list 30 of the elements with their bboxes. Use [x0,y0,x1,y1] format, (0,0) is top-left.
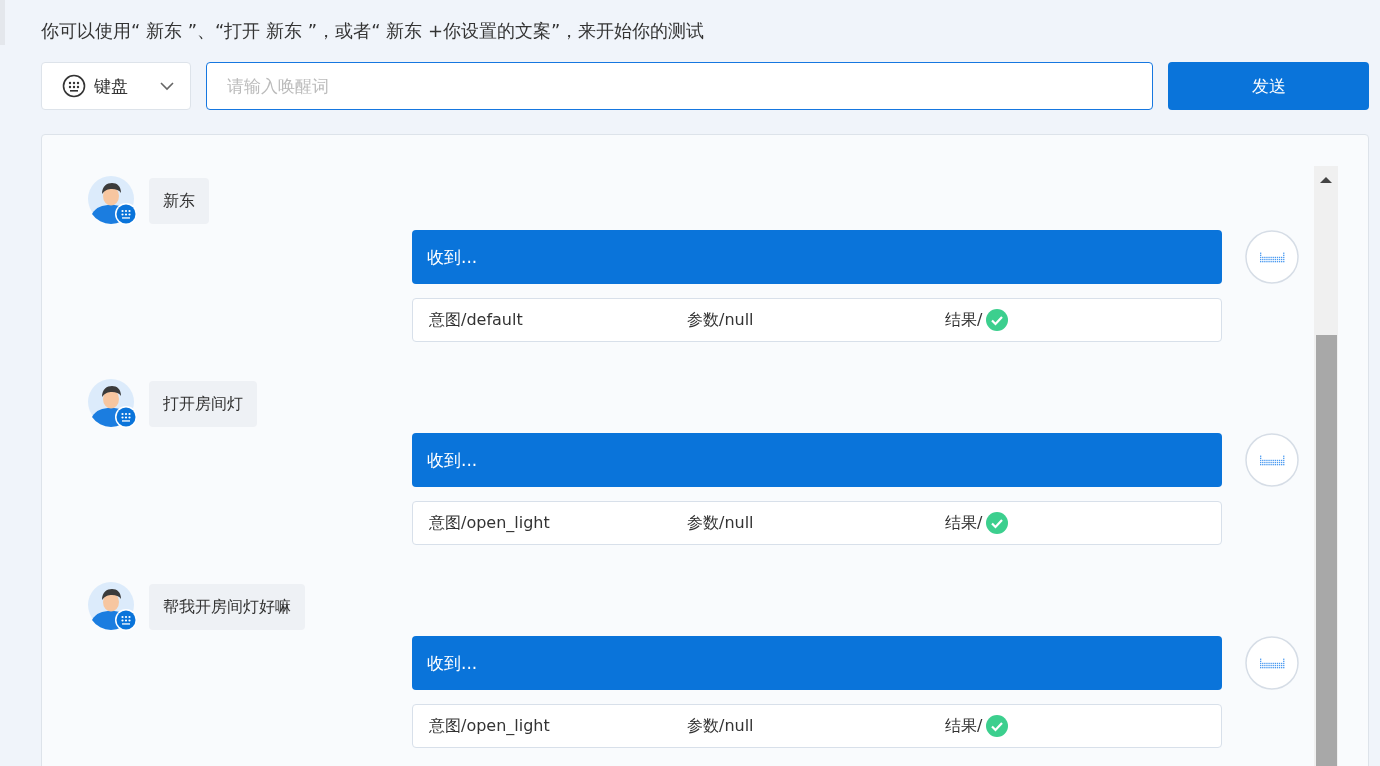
caret-icon [160,81,174,91]
user-avatar-icon [88,582,138,632]
user-avatar-icon [88,379,138,429]
reply-message: 收到... [412,433,1222,487]
reply-message: 收到... [412,636,1222,690]
result-text: 结果/ [945,309,983,331]
params-text: 参数/null [687,715,755,737]
user-avatar-icon [88,176,138,226]
input-mode-dropdown[interactable]: 键盘 [41,62,191,110]
reply-message: 收到... [412,230,1222,284]
instruction-text: 你可以使用“ 新东 ”、“打开 新东 ”，或者“ 新东 +你设置的文案”，来开始你的测试 [41,19,706,43]
wake-word-input[interactable]: 请输入唤醒词 [206,62,1153,110]
scrollbar-thumb[interactable] [1315,335,1337,766]
result-text: 结果/ [945,715,983,737]
sound-wave-icon [1245,433,1299,487]
intent-text: 意图/default [429,309,524,331]
params-text: 参数/null [687,309,755,331]
user-message: 新东 [149,178,209,224]
send-button[interactable]: 发送 [1168,62,1369,110]
user-message: 帮我开房间灯好嘛 [149,584,305,630]
params-text: 参数/null [687,512,755,534]
sound-wave-icon [1245,230,1299,284]
scrollbar[interactable] [1314,166,1338,766]
sound-wave-icon [1245,636,1299,690]
scroll-up-icon[interactable] [1320,176,1332,184]
intent-text: 意图/open_light [429,715,551,737]
intent-text: 意图/open_light [429,512,551,534]
user-message: 打开房间灯 [149,381,257,427]
keyboard-icon [62,74,86,98]
result-text: 结果/ [945,512,983,534]
